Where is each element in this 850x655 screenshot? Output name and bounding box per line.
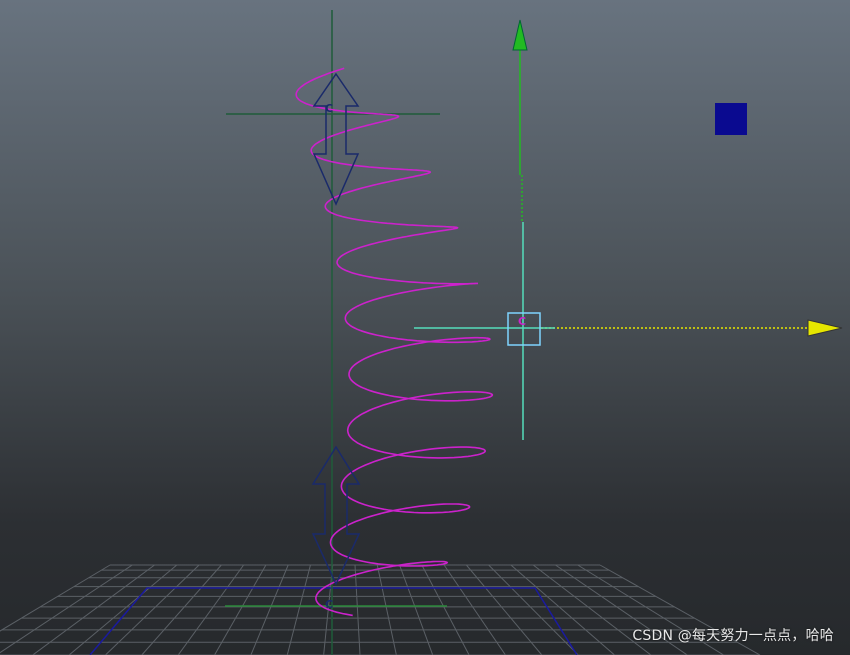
grid-line	[68, 564, 178, 655]
grid-line	[354, 564, 361, 655]
grid-line	[399, 564, 434, 655]
maya-3d-viewport[interactable]: C C C CSDN @每天努力一点点，哈哈	[0, 0, 850, 655]
pivot-letter: C	[518, 315, 526, 328]
grid-line	[105, 564, 200, 655]
watermark-text: CSDN @每天努力一点点，哈哈	[632, 628, 834, 644]
top-control-letter: C	[325, 102, 333, 115]
x-axis-arrow-icon[interactable]	[807, 319, 843, 337]
bottom-marker-letter: C	[325, 598, 333, 611]
viewport-scene[interactable]: C C C	[0, 0, 850, 655]
grid-line	[250, 564, 289, 655]
top-control-handle[interactable]: C	[312, 72, 360, 206]
grid-line	[465, 564, 543, 655]
grid-line	[32, 564, 155, 655]
grid-line	[443, 564, 506, 655]
grid-border	[89, 587, 578, 655]
grid-line	[421, 564, 470, 655]
grid-line	[0, 564, 133, 654]
grid-line	[177, 564, 245, 655]
double-arrow-handle-icon	[311, 445, 361, 586]
grid-line	[488, 564, 579, 655]
y-axis-arrow-icon[interactable]	[512, 19, 528, 51]
grid-line	[376, 564, 397, 655]
grid-line	[141, 564, 222, 655]
grid-line	[214, 564, 267, 655]
move-manipulator[interactable]: C	[414, 19, 843, 440]
double-arrow-handle-icon	[312, 72, 360, 206]
grid-line	[286, 564, 311, 655]
view-cube-icon[interactable]	[715, 103, 747, 135]
